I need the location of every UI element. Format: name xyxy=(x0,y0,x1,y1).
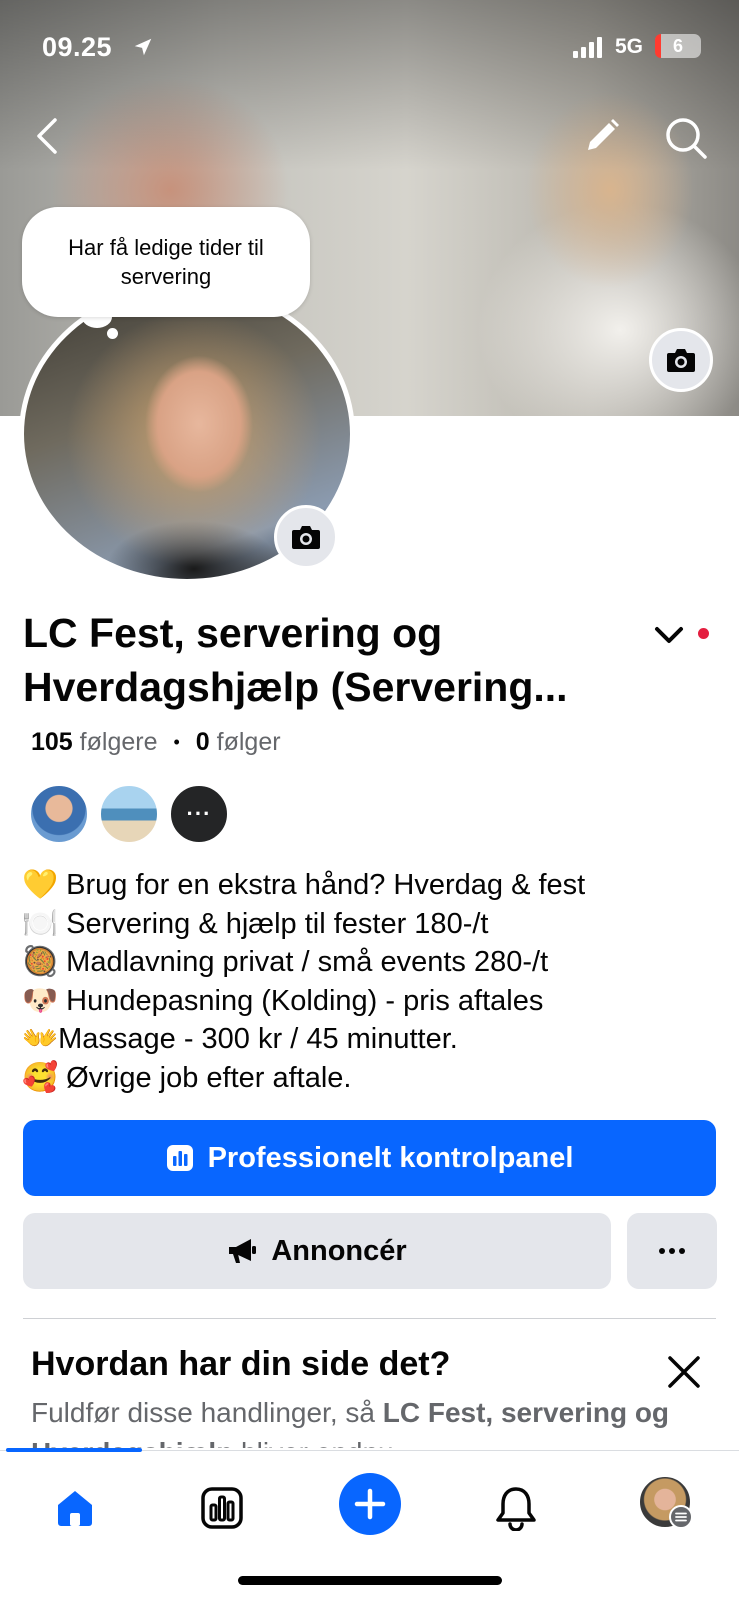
plus-icon xyxy=(354,1488,386,1520)
follower-avatars: ··· xyxy=(29,784,229,844)
more-actions-button[interactable] xyxy=(627,1213,717,1289)
page-bio: 💛 Brug for en ekstra hånd? Hverdag & fes… xyxy=(22,866,722,1097)
status-time: 09.25 xyxy=(42,32,113,62)
chevron-left-icon xyxy=(37,118,57,154)
camera-icon xyxy=(292,526,320,549)
bell-icon xyxy=(496,1487,536,1531)
open-hands-icon: 👐 xyxy=(22,1023,59,1055)
insights-icon xyxy=(201,1487,243,1529)
profile-note[interactable]: Har få ledige tider til servering xyxy=(22,207,310,317)
tab-home[interactable] xyxy=(45,1478,105,1538)
smiling-hearts-icon: 🥰 xyxy=(22,1061,59,1094)
more-followers-button[interactable]: ··· xyxy=(169,784,229,844)
home-icon xyxy=(58,1491,92,1526)
followers-count: 105 xyxy=(31,728,73,756)
advertise-button[interactable]: Annoncér xyxy=(23,1213,611,1289)
professional-dashboard-label: Professionelt kontrolpanel xyxy=(207,1141,574,1174)
follower-avatar[interactable] xyxy=(99,784,159,844)
tab-insights[interactable] xyxy=(192,1478,252,1538)
bio-line: 💛 Brug for en ekstra hånd? Hverdag & fes… xyxy=(22,869,586,901)
note-bubble-tail-dot xyxy=(107,328,118,339)
back-button[interactable] xyxy=(26,114,66,158)
tab-profile-menu[interactable] xyxy=(634,1471,696,1533)
page-health-description: Fuldfør disse handlinger, så LC Fest, se… xyxy=(31,1393,671,1448)
pencil-icon xyxy=(588,119,619,150)
bio-line: 🍽️ Servering & hjælp til fester 180-/t xyxy=(22,907,489,940)
dismiss-card-button[interactable] xyxy=(664,1352,704,1392)
dog-icon: 🐶 xyxy=(22,984,59,1017)
tab-create[interactable] xyxy=(339,1473,401,1535)
bio-line: 🐶 Hundepasning (Kolding) - pris aftales xyxy=(22,984,544,1017)
tab-notifications[interactable] xyxy=(486,1478,546,1538)
battery-icon: 6 xyxy=(655,34,701,58)
followers-label: følgere xyxy=(79,728,158,756)
page-switcher-button[interactable] xyxy=(652,622,686,648)
cover-shade xyxy=(0,0,739,170)
network-type: 5G xyxy=(615,35,644,58)
avatar xyxy=(638,1475,693,1529)
section-divider xyxy=(23,1318,716,1319)
battery-level: 6 xyxy=(672,36,683,56)
camera-icon xyxy=(667,349,695,372)
follower-stats[interactable]: 105 følgere • 0 følger xyxy=(31,728,281,757)
chevron-down-icon xyxy=(655,627,683,643)
search-button[interactable] xyxy=(662,114,710,162)
following-label: følger xyxy=(216,728,281,756)
status-bar: 09.25 5G 6 xyxy=(0,30,739,66)
stat-separator: • xyxy=(173,732,180,752)
bio-line: 🥰 Øvrige job efter aftale. xyxy=(22,1061,352,1094)
dashboard-icon xyxy=(166,1145,193,1171)
more-icon xyxy=(659,1248,685,1254)
yellow-heart-icon: 💛 xyxy=(22,869,59,901)
close-icon xyxy=(668,1356,700,1388)
home-indicator xyxy=(238,1576,502,1585)
bio-line: 🥘 Madlavning privat / små events 280-/t xyxy=(22,946,549,978)
bio-line: 👐Massage - 300 kr / 45 minutter. xyxy=(22,1023,458,1055)
following-count: 0 xyxy=(195,728,210,756)
megaphone-icon xyxy=(229,1239,257,1263)
profile-camera-button[interactable] xyxy=(274,505,338,569)
advertise-label: Annoncér xyxy=(271,1234,407,1267)
follower-avatar[interactable] xyxy=(29,784,89,844)
more-icon: ··· xyxy=(186,801,212,826)
page-health-title: Hvordan har din side det? xyxy=(31,1345,451,1383)
profile-note-text: Har få ledige tider til servering xyxy=(68,235,264,289)
menu-icon xyxy=(675,1512,687,1522)
menu-badge xyxy=(669,1505,693,1529)
page-title: LC Fest, servering og Hverdagshjælp (Ser… xyxy=(23,610,568,710)
active-tab-indicator xyxy=(6,1448,142,1452)
search-icon xyxy=(666,118,707,159)
location-arrow-icon xyxy=(134,38,152,56)
food-pan-icon: 🥘 xyxy=(22,946,59,978)
cover-camera-button[interactable] xyxy=(649,328,713,392)
cellular-signal-icon xyxy=(573,37,602,58)
edit-button[interactable] xyxy=(580,114,624,158)
notification-dot xyxy=(698,628,709,639)
professional-dashboard-button[interactable]: Professionelt kontrolpanel xyxy=(23,1120,716,1196)
plate-icon: 🍽️ xyxy=(22,907,59,940)
